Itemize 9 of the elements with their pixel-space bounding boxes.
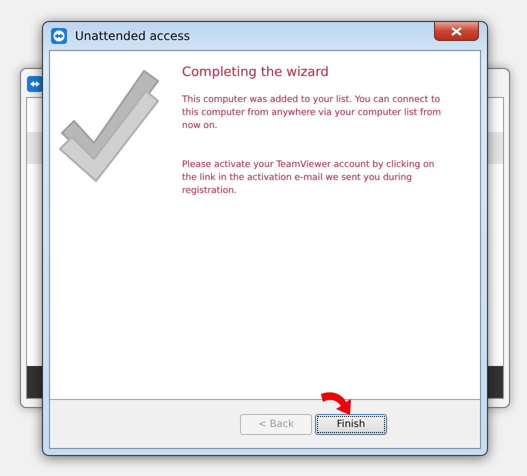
finish-button[interactable]: Finish (315, 414, 387, 434)
app-logo-icon (51, 28, 67, 44)
close-icon (451, 26, 462, 36)
app-logo-icon (27, 76, 43, 92)
wizard-heading: Completing the wizard (182, 65, 330, 80)
info-paragraph: This computer was added to your list. You can connect to this computer from anywhere via your computer list from now on. (182, 94, 442, 133)
window-title: Unattended access (75, 29, 190, 43)
close-button[interactable] (434, 22, 479, 41)
info-paragraph: Please activate your TeamViewer account by clicking on the link in the activation e-mail we sent you during registration. (182, 159, 436, 198)
